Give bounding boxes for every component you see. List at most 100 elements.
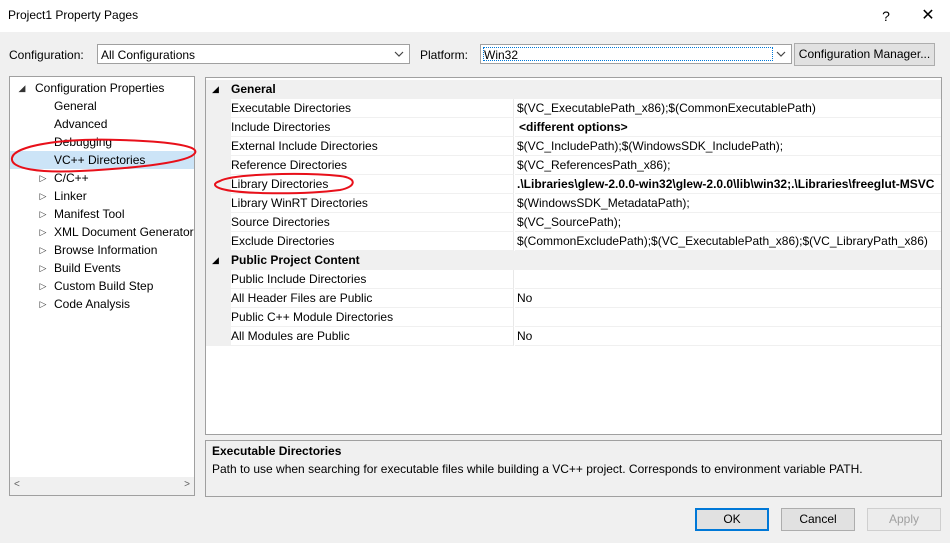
row-gutter xyxy=(206,156,231,175)
expanded-triangle-icon: ◢ xyxy=(212,255,219,265)
configuration-value: All Configurations xyxy=(101,48,196,62)
property-row-external-include-directories[interactable]: External Include Directories $(VC_Includ… xyxy=(206,137,941,156)
category-general[interactable]: ◢ General xyxy=(206,80,941,99)
title-bar: Project1 Property Pages ? ✕ xyxy=(0,0,950,32)
description-pane: Executable Directories Path to use when … xyxy=(205,440,942,497)
property-row-executable-directories[interactable]: Executable Directories $(VC_ExecutablePa… xyxy=(206,99,941,118)
collapsed-triangle-icon: ▷ xyxy=(39,227,47,237)
row-gutter xyxy=(206,137,231,156)
property-grid[interactable]: ◢ General Executable Directories $(VC_Ex… xyxy=(205,77,942,435)
property-value[interactable] xyxy=(515,270,941,289)
expanded-triangle-icon: ◢ xyxy=(18,83,26,93)
property-name: Reference Directories xyxy=(231,156,514,175)
category-public-project-content[interactable]: ◢ Public Project Content xyxy=(206,251,941,270)
property-value[interactable]: No xyxy=(515,289,941,308)
property-name: External Include Directories xyxy=(231,137,514,156)
tree-item-advanced[interactable]: Advanced xyxy=(10,115,194,133)
property-row-source-directories[interactable]: Source Directories $(VC_SourcePath); xyxy=(206,213,941,232)
property-row-include-directories[interactable]: Include Directories <different options> xyxy=(206,118,941,137)
property-row-exclude-directories[interactable]: Exclude Directories $(CommonExcludePath)… xyxy=(206,232,941,251)
tree-item-label: Code Analysis xyxy=(54,297,131,311)
category-title: Public Project Content xyxy=(231,253,360,267)
configuration-manager-button[interactable]: Configuration Manager... xyxy=(794,43,935,66)
configuration-label: Configuration: xyxy=(9,48,84,62)
tree-item-build-events[interactable]: ▷ Build Events xyxy=(10,259,194,277)
tree-item-vc-directories[interactable]: VC++ Directories xyxy=(10,151,194,169)
tree-horizontal-scrollbar[interactable]: < > xyxy=(10,477,194,495)
tree-item-browse-information[interactable]: ▷ Browse Information xyxy=(10,241,194,259)
platform-dropdown[interactable]: Win32 xyxy=(480,44,792,64)
property-name: Public C++ Module Directories xyxy=(231,308,514,327)
property-value[interactable]: $(VC_SourcePath); xyxy=(515,213,941,232)
collapsed-triangle-icon: ▷ xyxy=(39,209,47,219)
property-value[interactable]: $(WindowsSDK_MetadataPath); xyxy=(515,194,941,213)
property-row-public-cpp-module-directories[interactable]: Public C++ Module Directories xyxy=(206,308,941,327)
collapsed-triangle-icon: ▷ xyxy=(39,191,47,201)
property-value[interactable] xyxy=(515,308,941,327)
property-name: Executable Directories xyxy=(231,99,514,118)
property-value[interactable]: $(VC_IncludePath);$(WindowsSDK_IncludePa… xyxy=(515,137,941,156)
chevron-down-icon xyxy=(394,51,404,57)
cancel-button[interactable]: Cancel xyxy=(781,508,855,531)
description-text: Path to use when searching for executabl… xyxy=(212,462,863,476)
property-value[interactable]: $(CommonExcludePath);$(VC_ExecutablePath… xyxy=(515,232,941,251)
row-gutter xyxy=(206,232,231,251)
expanded-triangle-icon: ◢ xyxy=(212,84,219,94)
tree-item-xml-document-generator[interactable]: ▷ XML Document Generator xyxy=(10,223,194,241)
tree-item-custom-build-step[interactable]: ▷ Custom Build Step xyxy=(10,277,194,295)
property-value[interactable]: $(VC_ExecutablePath_x86);$(CommonExecuta… xyxy=(515,99,941,118)
tree-item-c-cpp[interactable]: ▷ C/C++ xyxy=(10,169,194,187)
row-gutter xyxy=(206,194,231,213)
platform-label: Platform: xyxy=(420,48,469,62)
tree-item-label: Custom Build Step xyxy=(54,279,154,293)
tree-item-label: General xyxy=(54,99,97,113)
property-tree[interactable]: ◢ Configuration Properties General Advan… xyxy=(9,76,195,496)
tree-item-label: Manifest Tool xyxy=(54,207,125,221)
window-title: Project1 Property Pages xyxy=(8,8,139,22)
collapsed-triangle-icon: ▷ xyxy=(39,263,47,273)
tree-root-configuration-properties[interactable]: ◢ Configuration Properties xyxy=(10,79,194,97)
row-gutter xyxy=(206,213,231,232)
scroll-right-icon[interactable]: > xyxy=(184,479,190,490)
property-row-all-header-files-are-public[interactable]: All Header Files are Public No xyxy=(206,289,941,308)
property-row-public-include-directories[interactable]: Public Include Directories xyxy=(206,270,941,289)
ok-button[interactable]: OK xyxy=(695,508,769,531)
property-value[interactable]: <different options> xyxy=(515,118,941,137)
chevron-down-icon xyxy=(776,51,786,57)
property-name: Exclude Directories xyxy=(231,232,514,251)
row-gutter xyxy=(206,270,231,289)
apply-button[interactable]: Apply xyxy=(867,508,941,531)
property-name: All Modules are Public xyxy=(231,327,514,346)
tree-item-label: Build Events xyxy=(54,261,121,275)
platform-focus-rect xyxy=(483,47,773,61)
tree-item-manifest-tool[interactable]: ▷ Manifest Tool xyxy=(10,205,194,223)
close-button[interactable]: ✕ xyxy=(906,0,950,32)
scroll-left-icon[interactable]: < xyxy=(14,479,20,490)
tree-item-linker[interactable]: ▷ Linker xyxy=(10,187,194,205)
property-row-library-winrt-directories[interactable]: Library WinRT Directories $(WindowsSDK_M… xyxy=(206,194,941,213)
property-value[interactable]: $(VC_ReferencesPath_x86); xyxy=(515,156,941,175)
tree-item-debugging[interactable]: Debugging xyxy=(10,133,194,151)
tree-item-label: Configuration Properties xyxy=(35,81,165,95)
property-value[interactable]: No xyxy=(515,327,941,346)
collapsed-triangle-icon: ▷ xyxy=(39,245,47,255)
category-title: General xyxy=(231,82,276,96)
configuration-dropdown[interactable]: All Configurations xyxy=(97,44,410,64)
row-gutter xyxy=(206,308,231,327)
property-name: All Header Files are Public xyxy=(231,289,514,308)
row-gutter xyxy=(206,118,231,137)
tree-item-label: Debugging xyxy=(54,135,113,149)
help-button[interactable]: ? xyxy=(870,0,902,32)
property-row-library-directories[interactable]: Library Directories .\Libraries\glew-2.0… xyxy=(206,175,941,194)
tree-item-label: Advanced xyxy=(54,117,108,131)
property-name: Include Directories xyxy=(231,118,514,137)
property-row-all-modules-are-public[interactable]: All Modules are Public No xyxy=(206,327,941,346)
property-row-reference-directories[interactable]: Reference Directories $(VC_ReferencesPat… xyxy=(206,156,941,175)
property-name: Library WinRT Directories xyxy=(231,194,514,213)
property-value[interactable]: .\Libraries\glew-2.0.0-win32\glew-2.0.0\… xyxy=(515,175,941,194)
row-gutter xyxy=(206,327,231,346)
tree-item-code-analysis[interactable]: ▷ Code Analysis xyxy=(10,295,194,313)
tree-item-general[interactable]: General xyxy=(10,97,194,115)
collapsed-triangle-icon: ▷ xyxy=(39,299,47,309)
row-gutter xyxy=(206,99,231,118)
